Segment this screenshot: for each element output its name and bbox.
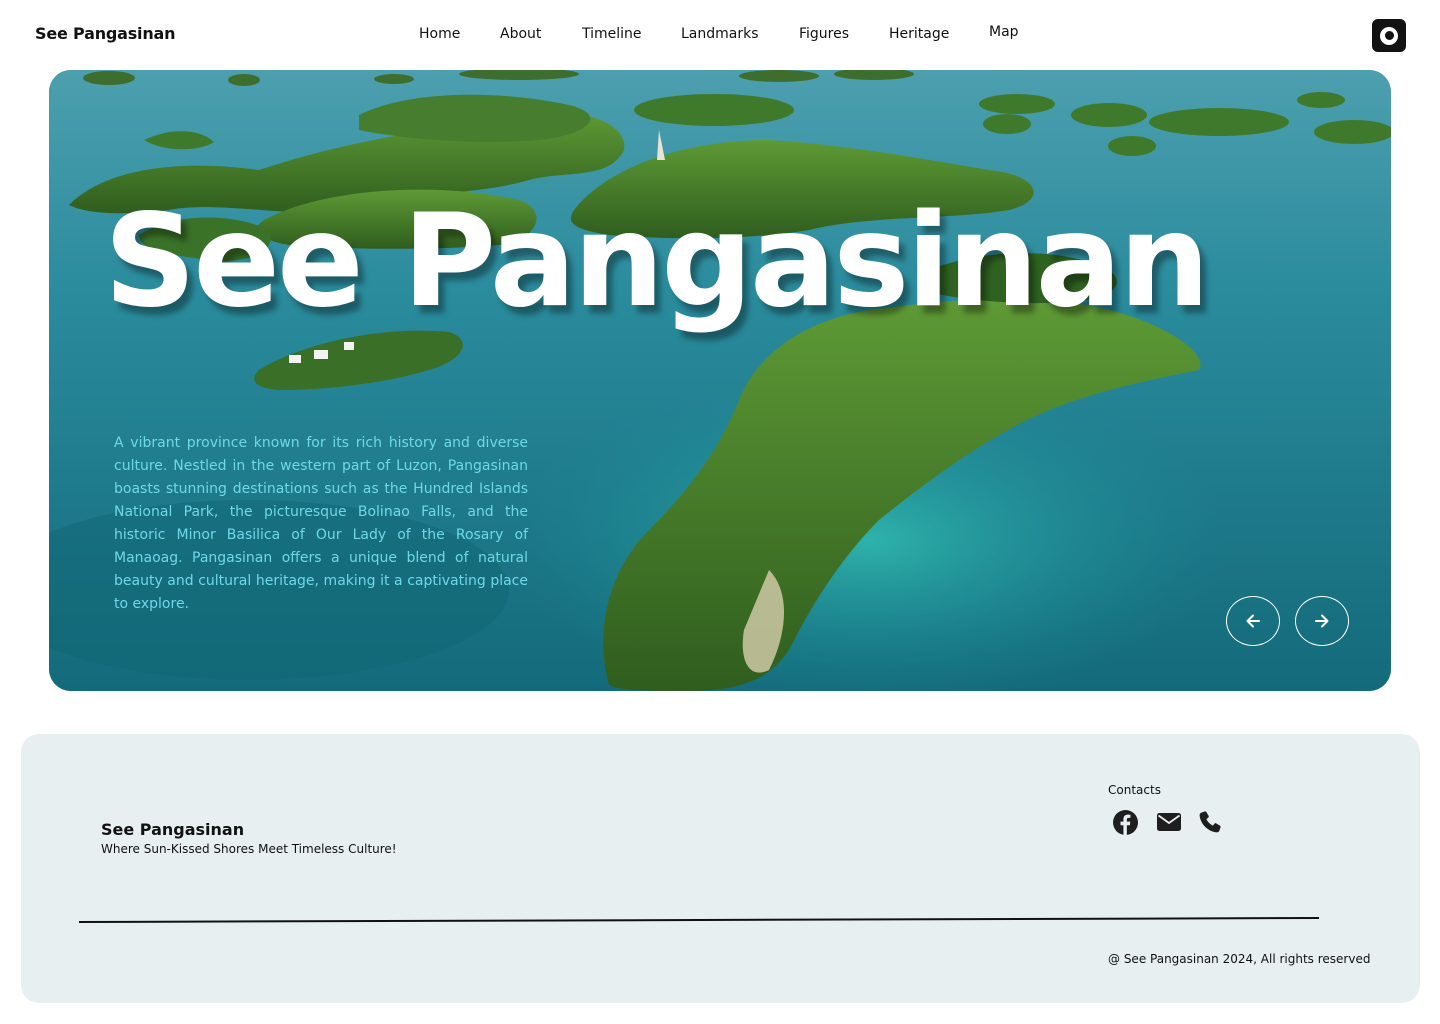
theme-toggle-icon — [1380, 26, 1398, 45]
site-header: See Pangasinan Home About Timeline Landm… — [0, 0, 1440, 70]
carousel-next-button[interactable] — [1295, 596, 1349, 646]
footer-brand: See Pangasinan — [101, 820, 245, 839]
hero-banner: See Pangasinan A vibrant province known … — [49, 70, 1391, 691]
facebook-icon — [1112, 809, 1138, 835]
footer-tagline: Where Sun-Kissed Shores Meet Timeless Cu… — [101, 842, 397, 856]
facebook-link[interactable] — [1111, 808, 1139, 836]
contacts-label: Contacts — [1108, 783, 1161, 797]
nav-about[interactable]: About — [500, 26, 541, 42]
phone-link[interactable] — [1196, 808, 1224, 836]
nav-heritage[interactable]: Heritage — [889, 26, 949, 42]
email-link[interactable] — [1155, 808, 1183, 836]
footer-divider — [79, 917, 1319, 923]
site-footer: See Pangasinan Where Sun-Kissed Shores M… — [21, 734, 1420, 1003]
nav-landmarks[interactable]: Landmarks — [681, 26, 759, 42]
main-nav: Home About Timeline Landmarks Figures He… — [0, 24, 1440, 46]
mail-icon — [1157, 813, 1181, 831]
theme-toggle-button[interactable] — [1372, 19, 1406, 52]
nav-map[interactable]: Map — [989, 24, 1019, 40]
nav-timeline[interactable]: Timeline — [582, 26, 642, 42]
nav-home[interactable]: Home — [419, 26, 460, 42]
copyright-text: @ See Pangasinan 2024, All rights reserv… — [1108, 952, 1371, 966]
hero-title: See Pangasinan — [104, 187, 1210, 336]
carousel-prev-button[interactable] — [1226, 596, 1280, 646]
arrow-right-icon — [1315, 614, 1329, 628]
nav-figures[interactable]: Figures — [799, 26, 849, 42]
hero-description: A vibrant province known for its rich hi… — [114, 435, 528, 612]
arrow-left-icon — [1246, 614, 1260, 628]
phone-icon — [1199, 811, 1221, 833]
